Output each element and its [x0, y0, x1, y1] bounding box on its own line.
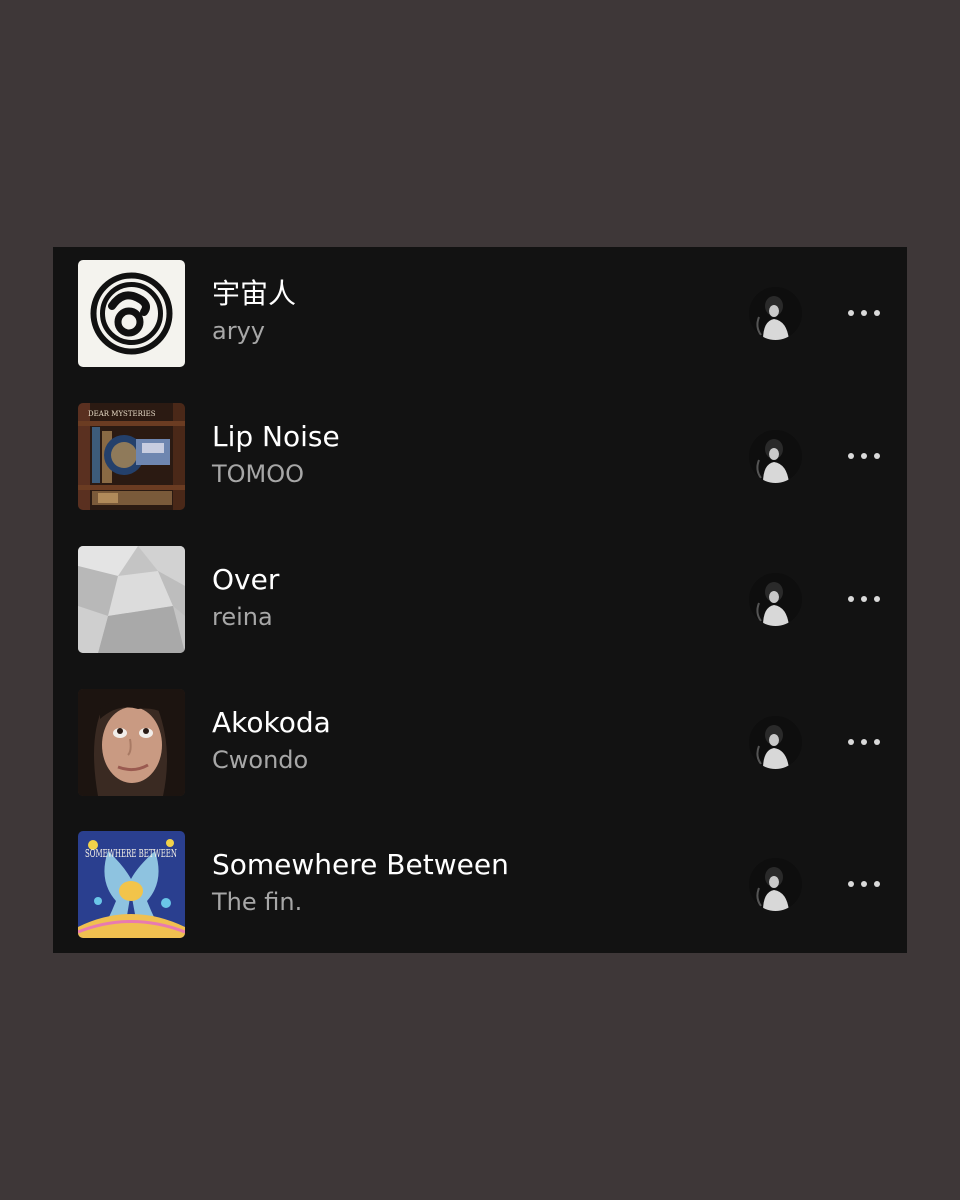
- track-row[interactable]: Over reina: [53, 546, 907, 653]
- track-artist: TOMOO: [212, 460, 305, 488]
- grey-paper-artwork[interactable]: [78, 546, 185, 653]
- track-title: Lip Noise: [212, 420, 340, 453]
- aryy-logo-artwork[interactable]: [78, 260, 185, 367]
- track-title: Akokoda: [212, 706, 331, 739]
- track-title: Over: [212, 563, 280, 596]
- track-artist: The fin.: [212, 888, 303, 916]
- track-title: 宇宙人: [212, 277, 297, 310]
- user-avatar[interactable]: [749, 716, 802, 769]
- track-title: Somewhere Between: [212, 848, 509, 881]
- more-options-icon[interactable]: [839, 869, 889, 899]
- artwork-text: SOMEWHERE BETWEEN: [85, 847, 177, 860]
- track-artist: reina: [212, 603, 273, 631]
- face-photo-artwork[interactable]: [78, 689, 185, 796]
- user-avatar[interactable]: [749, 430, 802, 483]
- more-options-icon[interactable]: [839, 441, 889, 471]
- somewhere-between-artwork[interactable]: SOMEWHERE BETWEEN: [78, 831, 185, 938]
- track-row[interactable]: Akokoda Cwondo: [53, 689, 907, 796]
- user-avatar[interactable]: [749, 573, 802, 626]
- track-artist: Cwondo: [212, 746, 309, 774]
- track-row[interactable]: 宇宙人 aryy: [53, 260, 907, 367]
- more-options-icon[interactable]: [839, 584, 889, 614]
- user-avatar[interactable]: [749, 858, 802, 911]
- more-options-icon[interactable]: [839, 298, 889, 328]
- bookshelf-artwork[interactable]: DEAR MYSTERIES: [78, 403, 185, 510]
- user-avatar[interactable]: [749, 287, 802, 340]
- track-artist: aryy: [212, 317, 265, 345]
- artwork-text: DEAR MYSTERIES: [88, 410, 156, 418]
- track-row[interactable]: DEAR MYSTERIES Lip Noise TOMOO: [53, 403, 907, 510]
- track-row[interactable]: SOMEWHERE BETWEEN Somewhere Between The …: [53, 831, 907, 938]
- more-options-icon[interactable]: [839, 727, 889, 757]
- track-list: 宇宙人 aryy DEAR MYSTERIES Lip Noise TOMOO …: [53, 247, 907, 953]
